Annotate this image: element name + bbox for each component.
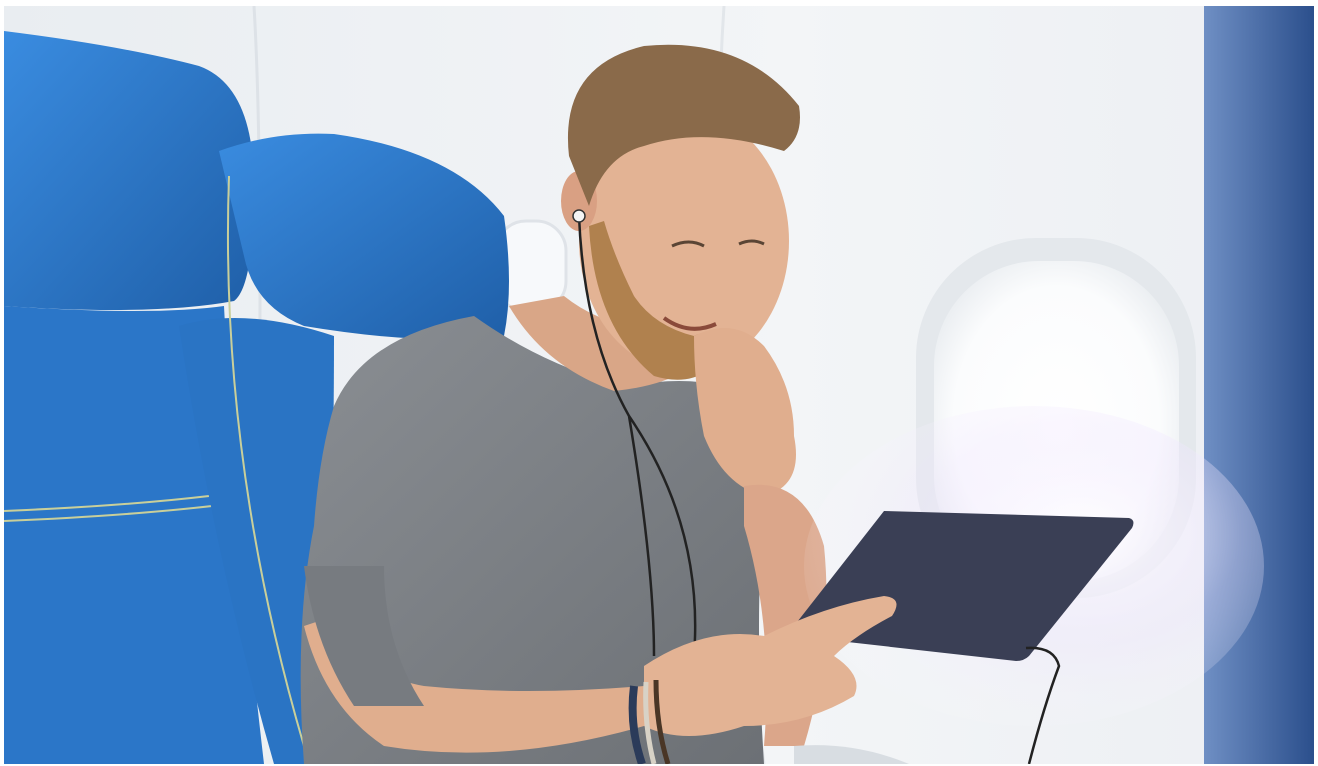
earbud [572,209,586,223]
photo-scene [4,6,1314,764]
photo-frame [4,6,1314,764]
